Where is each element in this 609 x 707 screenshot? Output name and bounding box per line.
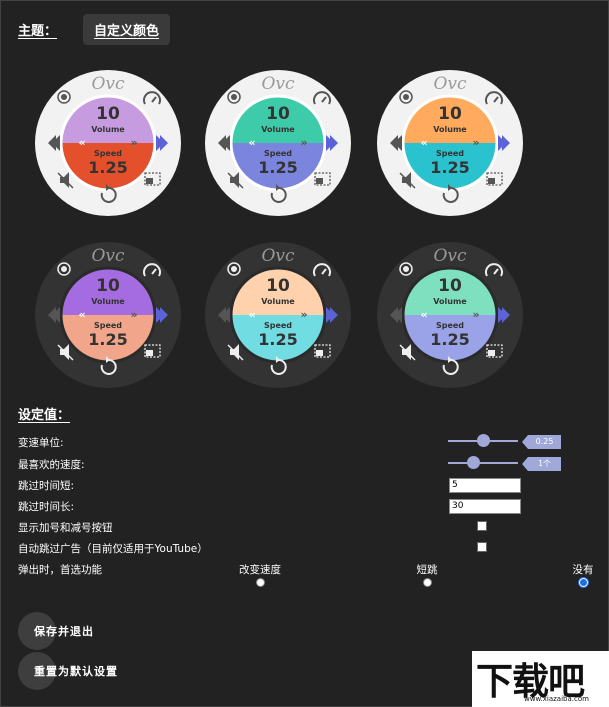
volume-value: 10	[438, 104, 462, 124]
volume-label: Volume	[261, 125, 295, 134]
theme-dial[interactable]: Ovc « » 10 Volume Speed 1.25	[204, 241, 352, 389]
volume-value: 10	[438, 276, 462, 296]
dial-logo: Ovc	[433, 74, 467, 94]
popup-option-none-label: 没有	[572, 564, 594, 576]
svg-text:«: «	[78, 136, 85, 149]
save-exit-button[interactable]: 保存并退出	[18, 612, 94, 650]
speed-value: 1.25	[88, 330, 127, 349]
volume-label: Volume	[261, 297, 295, 306]
svg-text:»: »	[300, 308, 307, 321]
theme-dial[interactable]: Ovc « » 10 Volume Speed 1.25	[376, 241, 524, 389]
speed-value: 1.25	[88, 158, 127, 177]
skip-short-input[interactable]: 5	[449, 478, 521, 493]
theme-row: 主题： 自定义颜色	[18, 14, 171, 45]
dial-logo: Ovc	[261, 246, 295, 266]
favorite-speed-label: 最喜欢的速度:	[18, 459, 85, 471]
volume-label: Volume	[91, 297, 125, 306]
speed-label: Speed	[94, 149, 122, 158]
watermark-logo: 下载吧 www.xiazaiba.com	[472, 651, 609, 707]
auto-skip-ads-checkbox[interactable]	[477, 542, 487, 552]
popup-option-short-jump-label: 短跳	[416, 564, 438, 576]
svg-text:«: «	[420, 308, 427, 321]
skip-long-label: 跳过时间长:	[18, 501, 75, 513]
show-plus-minus-checkbox[interactable]	[477, 521, 487, 531]
svg-text:»: »	[472, 136, 479, 149]
speed-label: Speed	[264, 149, 292, 158]
svg-text:»: »	[300, 136, 307, 149]
speed-unit-slider-thumb[interactable]	[477, 434, 490, 447]
auto-skip-ads-label: 自动跳过广告（目前仅适用于YouTube）	[18, 543, 208, 555]
svg-text:«: «	[420, 136, 427, 149]
volume-value: 10	[266, 276, 290, 296]
theme-dial[interactable]: Ovc « » 10 Volume Speed 1.25	[34, 241, 182, 389]
custom-color-button[interactable]: 自定义颜色	[83, 14, 171, 45]
dial-logo: Ovc	[261, 74, 295, 94]
svg-text:«: «	[248, 136, 255, 149]
svg-text:»: »	[472, 308, 479, 321]
speed-label: Speed	[264, 321, 292, 330]
svg-text:«: «	[78, 308, 85, 321]
dial-logo: Ovc	[91, 246, 125, 266]
show-plus-minus-label: 显示加号和减号按钮	[18, 522, 113, 534]
speed-value: 1.25	[430, 158, 469, 177]
speed-label: Speed	[436, 321, 464, 330]
popup-option-short-jump-radio[interactable]	[423, 578, 432, 587]
speed-value: 1.25	[258, 158, 297, 177]
popup-option-speed-radio[interactable]	[256, 578, 265, 587]
theme-dial[interactable]: Ovc « » 10 Volume Speed 1.25	[204, 69, 352, 217]
theme-dial[interactable]: Ovc « » 10 Volume Speed 1.25	[376, 69, 524, 217]
theme-label: 主题：	[18, 24, 58, 39]
dial-logo: Ovc	[91, 74, 125, 94]
theme-dial[interactable]: Ovc « » 10 Volume Speed 1.25	[34, 69, 182, 217]
speed-unit-value: 0.25	[522, 435, 561, 449]
speed-unit-slider[interactable]	[448, 434, 518, 448]
volume-value: 10	[96, 104, 120, 124]
app-window: 主题： 自定义颜色 Ovc « » 10 Volume Speed 1.25 O…	[0, 0, 609, 707]
skip-short-label: 跳过时间短:	[18, 480, 75, 492]
reset-default-button[interactable]: 重置为默认设置	[18, 652, 118, 690]
favorite-speed-slider-thumb[interactable]	[466, 456, 480, 469]
svg-text:»: »	[130, 136, 137, 149]
speed-label: Speed	[94, 321, 122, 330]
volume-label: Volume	[91, 125, 125, 134]
settings-title: 设定值：	[18, 408, 71, 423]
speed-label: Speed	[436, 149, 464, 158]
speed-unit-label: 变速单位:	[18, 437, 64, 449]
dial-logo: Ovc	[433, 246, 467, 266]
popup-option-none-radio[interactable]	[579, 578, 588, 587]
volume-value: 10	[96, 276, 120, 296]
volume-label: Volume	[433, 297, 467, 306]
favorite-speed-value: 1个	[522, 457, 561, 471]
speed-value: 1.25	[258, 330, 297, 349]
popup-preference-label: 弹出时，首选功能	[18, 564, 102, 576]
svg-text:«: «	[248, 308, 255, 321]
volume-value: 10	[266, 104, 290, 124]
favorite-speed-slider[interactable]	[448, 456, 518, 470]
svg-text:»: »	[130, 308, 137, 321]
speed-value: 1.25	[430, 330, 469, 349]
popup-option-speed-label: 改变速度	[239, 564, 281, 576]
skip-long-input[interactable]: 30	[449, 499, 521, 514]
volume-label: Volume	[433, 125, 467, 134]
